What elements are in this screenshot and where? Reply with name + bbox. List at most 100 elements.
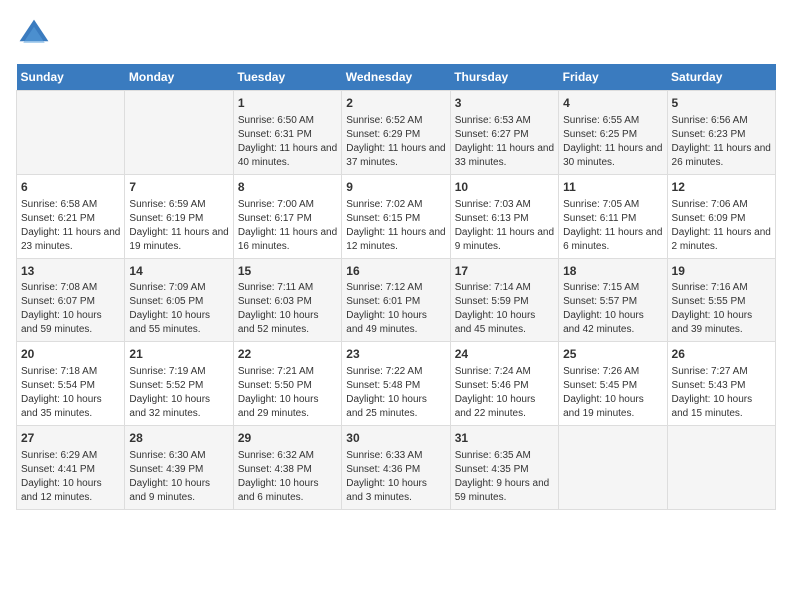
day-number: 6 [21, 179, 120, 196]
day-info: Sunrise: 6:29 AM Sunset: 4:41 PM Dayligh… [21, 449, 120, 505]
day-info: Sunrise: 7:14 AM Sunset: 5:59 PM Dayligh… [455, 281, 554, 337]
day-number: 16 [346, 263, 445, 280]
day-info: Sunrise: 7:12 AM Sunset: 6:01 PM Dayligh… [346, 281, 445, 337]
calendar-cell [667, 426, 775, 510]
calendar-cell: 15Sunrise: 7:11 AM Sunset: 6:03 PM Dayli… [233, 258, 341, 342]
day-header-tuesday: Tuesday [233, 64, 341, 91]
calendar-header-row: SundayMondayTuesdayWednesdayThursdayFrid… [17, 64, 776, 91]
day-info: Sunrise: 6:52 AM Sunset: 6:29 PM Dayligh… [346, 114, 445, 170]
day-info: Sunrise: 6:58 AM Sunset: 6:21 PM Dayligh… [21, 198, 120, 254]
calendar-cell: 21 Sunrise: 7:19 AM Sunset: 5:52 PM Dayli… [125, 342, 233, 426]
day-header-thursday: Thursday [450, 64, 558, 91]
calendar-cell: 22 Sunrise: 7:21 AM Sunset: 5:50 PM Dayli… [233, 342, 341, 426]
logo-icon [16, 16, 52, 52]
day-number: 14 [129, 263, 228, 280]
day-info: Sunrise: 7:00 AM Sunset: 6:17 PM Dayligh… [238, 198, 337, 254]
calendar-cell [559, 426, 667, 510]
day-info: Sunrise: 7:06 AM Sunset: 6:09 PM Dayligh… [672, 198, 771, 254]
day-info: Sunrise: 7:27 AM Sunset: 5:43 PM Dayligh… [672, 365, 771, 421]
calendar-cell: 30 Sunrise: 6:33 AM Sunset: 4:36 PM Dayli… [342, 426, 450, 510]
day-number: 12 [672, 179, 771, 196]
day-info: Sunrise: 7:16 AM Sunset: 5:55 PM Dayligh… [672, 281, 771, 337]
calendar-week-row: 6 Sunrise: 6:58 AM Sunset: 6:21 PM Daylig… [17, 174, 776, 258]
day-number: 8 [238, 179, 337, 196]
day-info: Sunrise: 7:15 AM Sunset: 5:57 PM Dayligh… [563, 281, 662, 337]
calendar-cell: 12 Sunrise: 7:06 AM Sunset: 6:09 PM Dayli… [667, 174, 775, 258]
day-number: 18 [563, 263, 662, 280]
calendar-cell: 29Sunrise: 6:32 AM Sunset: 4:38 PM Dayli… [233, 426, 341, 510]
day-info: Sunrise: 7:05 AM Sunset: 6:11 PM Dayligh… [563, 198, 662, 254]
day-number: 24 [455, 346, 554, 363]
day-info: Sunrise: 6:55 AM Sunset: 6:25 PM Dayligh… [563, 114, 662, 170]
day-info: Sunrise: 6:59 AM Sunset: 6:19 PM Dayligh… [129, 198, 228, 254]
day-number: 3 [455, 95, 554, 112]
day-number: 13 [21, 263, 120, 280]
day-number: 25 [563, 346, 662, 363]
calendar-cell: 27 Sunrise: 6:29 AM Sunset: 4:41 PM Dayli… [17, 426, 125, 510]
calendar-cell: 31 Sunrise: 6:35 AM Sunset: 4:35 PM Dayli… [450, 426, 558, 510]
day-info: Sunrise: 7:08 AM Sunset: 6:07 PM Dayligh… [21, 281, 120, 337]
day-info: Sunrise: 7:09 AM Sunset: 6:05 PM Dayligh… [129, 281, 228, 337]
day-header-sunday: Sunday [17, 64, 125, 91]
day-info: Sunrise: 6:53 AM Sunset: 6:27 PM Dayligh… [455, 114, 554, 170]
calendar-cell: 7 Sunrise: 6:59 AM Sunset: 6:19 PM Daylig… [125, 174, 233, 258]
calendar-cell: 14Sunrise: 7:09 AM Sunset: 6:05 PM Dayli… [125, 258, 233, 342]
day-number: 30 [346, 430, 445, 447]
calendar-cell: 2 Sunrise: 6:52 AM Sunset: 6:29 PM Daylig… [342, 91, 450, 175]
day-number: 17 [455, 263, 554, 280]
day-header-wednesday: Wednesday [342, 64, 450, 91]
day-number: 26 [672, 346, 771, 363]
calendar-cell: 18Sunrise: 7:15 AM Sunset: 5:57 PM Dayli… [559, 258, 667, 342]
calendar-week-row: 13Sunrise: 7:08 AM Sunset: 6:07 PM Dayli… [17, 258, 776, 342]
day-info: Sunrise: 6:30 AM Sunset: 4:39 PM Dayligh… [129, 449, 228, 505]
calendar-cell: 6 Sunrise: 6:58 AM Sunset: 6:21 PM Daylig… [17, 174, 125, 258]
day-number: 27 [21, 430, 120, 447]
day-number: 9 [346, 179, 445, 196]
day-number: 19 [672, 263, 771, 280]
calendar-cell: 17Sunrise: 7:14 AM Sunset: 5:59 PM Dayli… [450, 258, 558, 342]
day-header-friday: Friday [559, 64, 667, 91]
day-info: Sunrise: 7:21 AM Sunset: 5:50 PM Dayligh… [238, 365, 337, 421]
day-number: 29 [238, 430, 337, 447]
day-info: Sunrise: 7:22 AM Sunset: 5:48 PM Dayligh… [346, 365, 445, 421]
day-info: Sunrise: 6:33 AM Sunset: 4:36 PM Dayligh… [346, 449, 445, 505]
calendar-cell: 13Sunrise: 7:08 AM Sunset: 6:07 PM Dayli… [17, 258, 125, 342]
day-info: Sunrise: 7:11 AM Sunset: 6:03 PM Dayligh… [238, 281, 337, 337]
page-header [16, 16, 776, 52]
day-info: Sunrise: 7:19 AM Sunset: 5:52 PM Dayligh… [129, 365, 228, 421]
day-number: 1 [238, 95, 337, 112]
day-number: 22 [238, 346, 337, 363]
day-number: 20 [21, 346, 120, 363]
calendar-cell [125, 91, 233, 175]
day-number: 21 [129, 346, 228, 363]
calendar-cell: 11 Sunrise: 7:05 AM Sunset: 6:11 PM Dayli… [559, 174, 667, 258]
day-info: Sunrise: 6:35 AM Sunset: 4:35 PM Dayligh… [455, 449, 554, 505]
day-number: 7 [129, 179, 228, 196]
calendar-cell [17, 91, 125, 175]
calendar-cell: 20 Sunrise: 7:18 AM Sunset: 5:54 PM Dayli… [17, 342, 125, 426]
day-number: 15 [238, 263, 337, 280]
day-info: Sunrise: 7:18 AM Sunset: 5:54 PM Dayligh… [21, 365, 120, 421]
day-info: Sunrise: 6:50 AM Sunset: 6:31 PM Dayligh… [238, 114, 337, 170]
calendar-week-row: 1 Sunrise: 6:50 AM Sunset: 6:31 PM Daylig… [17, 91, 776, 175]
calendar-table: SundayMondayTuesdayWednesdayThursdayFrid… [16, 64, 776, 510]
calendar-cell: 8 Sunrise: 7:00 AM Sunset: 6:17 PM Daylig… [233, 174, 341, 258]
calendar-cell: 25Sunrise: 7:26 AM Sunset: 5:45 PM Dayli… [559, 342, 667, 426]
day-header-saturday: Saturday [667, 64, 775, 91]
day-header-monday: Monday [125, 64, 233, 91]
logo [16, 16, 56, 52]
calendar-week-row: 27 Sunrise: 6:29 AM Sunset: 4:41 PM Dayli… [17, 426, 776, 510]
calendar-cell: 28 Sunrise: 6:30 AM Sunset: 4:39 PM Dayli… [125, 426, 233, 510]
calendar-week-row: 20 Sunrise: 7:18 AM Sunset: 5:54 PM Dayli… [17, 342, 776, 426]
day-number: 28 [129, 430, 228, 447]
calendar-cell: 23Sunrise: 7:22 AM Sunset: 5:48 PM Dayli… [342, 342, 450, 426]
calendar-cell: 1 Sunrise: 6:50 AM Sunset: 6:31 PM Daylig… [233, 91, 341, 175]
day-info: Sunrise: 7:24 AM Sunset: 5:46 PM Dayligh… [455, 365, 554, 421]
day-info: Sunrise: 7:02 AM Sunset: 6:15 PM Dayligh… [346, 198, 445, 254]
day-number: 11 [563, 179, 662, 196]
calendar-cell: 5Sunrise: 6:56 AM Sunset: 6:23 PM Daylig… [667, 91, 775, 175]
day-number: 2 [346, 95, 445, 112]
calendar-cell: 9 Sunrise: 7:02 AM Sunset: 6:15 PM Daylig… [342, 174, 450, 258]
calendar-cell: 3 Sunrise: 6:53 AM Sunset: 6:27 PM Daylig… [450, 91, 558, 175]
day-number: 31 [455, 430, 554, 447]
